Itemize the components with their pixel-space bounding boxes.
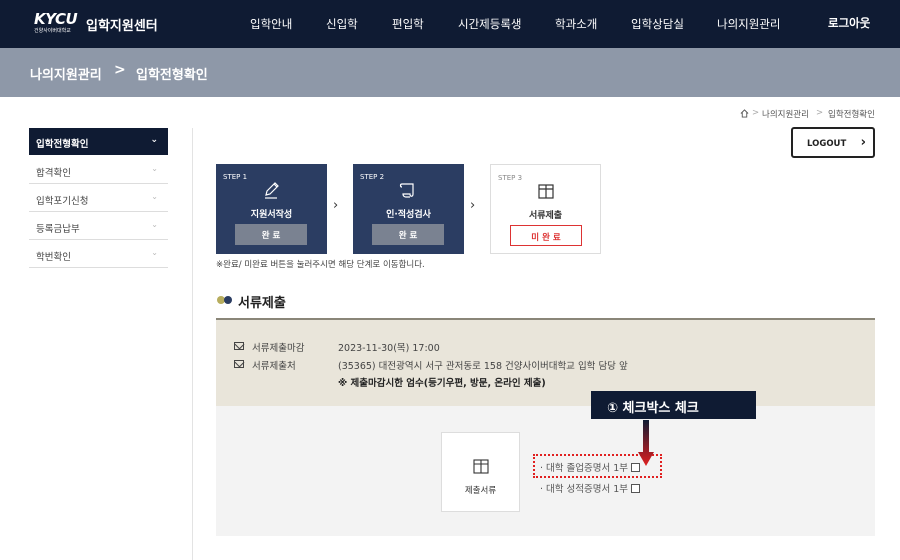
sidebar-item-label: 등록금납부 — [36, 224, 80, 235]
step-label: STEP 3 — [498, 174, 523, 182]
chevron-right-icon: › — [470, 198, 476, 213]
breadcrumb-item-current: 입학전형확인 — [828, 110, 875, 120]
step-3-card: STEP 3 서류제출 미 완 료 — [490, 164, 601, 254]
envelope-icon — [234, 342, 244, 350]
sidebar-item-tuition[interactable]: 등록금납부 ⌄ — [29, 212, 168, 240]
logout-button-label: LOGOUT — [807, 139, 847, 149]
step-label: STEP 2 — [360, 173, 385, 181]
banner-parent: 나의지원관리 — [30, 68, 102, 83]
sidebar-item-withdrawal[interactable]: 입학포기신청 ⌄ — [29, 184, 168, 212]
menu-freshman[interactable]: 신입학 — [326, 16, 358, 32]
section-title: 서류제출 — [238, 296, 286, 311]
document-label: · 대학 성적증명서 1부 — [540, 484, 629, 495]
document-box: 제출서류 — [441, 432, 520, 512]
logo-university-name: 건양사이버대학교 — [34, 28, 71, 34]
instruction-callout: ① 체크박스 체크 — [591, 391, 756, 419]
scroll-icon — [399, 183, 414, 198]
menu-admission-info[interactable]: 입학안내 — [250, 16, 292, 32]
document-box-label: 제출서류 — [464, 486, 497, 496]
chevron-down-icon: ⌄ — [151, 220, 158, 229]
transcript-checkbox[interactable] — [631, 484, 641, 493]
chevron-down-icon: ⌄ — [150, 135, 158, 145]
step-label: STEP 1 — [223, 173, 248, 181]
sidebar-item-label: 입학전형확인 — [36, 139, 89, 150]
deadline-value: 2023-11-30(목) 17:00 — [338, 343, 440, 354]
step-name: 인·적성검사 — [386, 210, 431, 220]
university-logo[interactable]: KYCU 건양사이버대학교 — [34, 12, 78, 38]
navy-dot-icon — [224, 296, 232, 304]
step-1-status-button[interactable]: 완 료 — [235, 224, 307, 245]
deadline-notice: ※ 제출마감시한 엄수(등기우편, 방문, 온라인 제출) — [338, 378, 546, 389]
box-icon — [538, 184, 554, 199]
site-title[interactable]: 입학지원센터 — [86, 15, 158, 34]
step-instruction: ※완료/ 미완료 버튼을 눌러주시면 해당 단계로 이동합니다. — [216, 260, 425, 270]
menu-my-application[interactable]: 나의지원관리 — [717, 16, 780, 32]
page-banner: 나의지원관리 > 입학전형확인 — [0, 48, 900, 97]
box-icon — [473, 459, 489, 474]
address-value: (35365) 대전광역시 서구 관저동로 158 건양사이버대학교 입학 담당… — [338, 361, 628, 372]
step-1-card: STEP 1 지원서작성 완 료 — [216, 164, 327, 254]
document-item-transcript: · 대학 성적증명서 1부 — [540, 481, 641, 495]
banner-separator: > — [114, 62, 126, 78]
step-3-status-button[interactable]: 미 완 료 — [510, 225, 582, 246]
step-2-card: STEP 2 인·적성검사 완 료 — [353, 164, 464, 254]
sidebar-item-label: 학번확인 — [36, 252, 71, 263]
step-2-status-button[interactable]: 완 료 — [372, 224, 444, 245]
chevron-down-icon: ⌄ — [151, 248, 158, 257]
menu-departments[interactable]: 학과소개 — [555, 16, 597, 32]
chevron-down-icon: ⌄ — [151, 192, 158, 201]
deadline-label: 서류제출마감 — [252, 343, 305, 354]
banner-current: 입학전형확인 — [136, 68, 208, 83]
breadcrumb-separator: > — [816, 108, 824, 118]
breadcrumb-separator: > — [752, 108, 760, 118]
address-label: 서류제출처 — [252, 361, 296, 372]
chevron-right-icon: › — [860, 135, 866, 150]
home-icon[interactable] — [740, 109, 749, 118]
top-navigation: KYCU 건양사이버대학교 입학지원센터 입학안내 신입학 편입학 시간제등록생… — [0, 0, 900, 48]
section-title-dots — [217, 296, 235, 304]
menu-consulting[interactable]: 입학상담실 — [631, 16, 684, 32]
arrow-down-icon — [638, 420, 654, 466]
content-divider — [192, 128, 193, 560]
step-name: 서류제출 — [528, 211, 563, 221]
breadcrumb-item-my-application[interactable]: 나의지원관리 — [762, 108, 809, 120]
pencil-icon — [265, 182, 279, 199]
envelope-icon — [234, 360, 244, 368]
chevron-down-icon: ⌄ — [151, 164, 158, 173]
logout-button[interactable]: LOGOUT › — [791, 127, 875, 158]
sidebar-item-admission-check[interactable]: 입학전형확인 ⌄ — [29, 128, 168, 155]
chevron-right-icon: › — [333, 198, 339, 213]
sidebar-item-pass-check[interactable]: 합격확인 ⌄ — [29, 156, 168, 184]
step-name: 지원서작성 — [250, 210, 293, 220]
menu-transfer[interactable]: 편입학 — [392, 16, 424, 32]
sidebar-item-label: 합격확인 — [36, 168, 71, 179]
logout-link[interactable]: 로그아웃 — [828, 15, 870, 31]
logo-wordmark: KYCU — [34, 10, 78, 28]
sidebar-item-student-id[interactable]: 학번확인 ⌄ — [29, 240, 168, 268]
menu-part-time[interactable]: 시간제등록생 — [458, 16, 521, 32]
sidebar-item-label: 입학포기신청 — [36, 196, 89, 207]
